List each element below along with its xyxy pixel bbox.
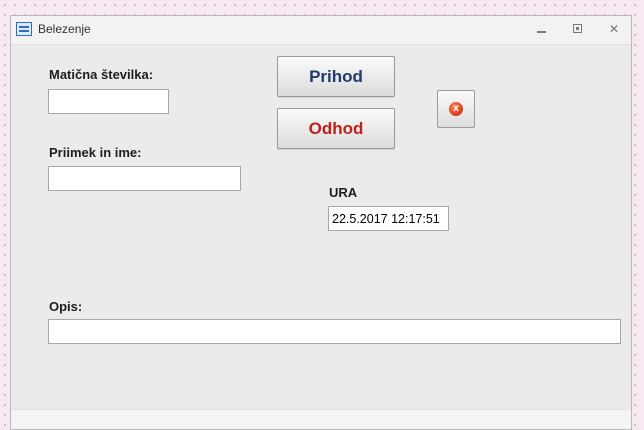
- close-button[interactable]: ✕: [603, 20, 625, 38]
- maximize-button[interactable]: [567, 20, 589, 38]
- close-icon: ✕: [608, 22, 620, 36]
- form-footer: [11, 409, 631, 429]
- exit-icon: x: [449, 102, 463, 116]
- form-window: Belezenje ✕ Matična številka: Priimek in…: [10, 15, 632, 430]
- title-bar: Belezenje ✕: [11, 16, 631, 45]
- form-icon: [16, 22, 32, 36]
- ura-datetime-input[interactable]: [328, 206, 449, 231]
- minimize-button[interactable]: [531, 20, 553, 38]
- minimize-icon: [537, 31, 546, 33]
- maticna-stevilka-input[interactable]: [48, 89, 169, 114]
- priimek-in-ime-label: Priimek in ime:: [49, 145, 142, 160]
- opis-label: Opis:: [49, 299, 83, 314]
- prihod-button[interactable]: Prihod: [277, 56, 395, 97]
- ura-label: URA: [329, 185, 358, 200]
- odhod-button[interactable]: Odhod: [277, 108, 395, 149]
- opis-input[interactable]: [48, 319, 621, 344]
- maximize-icon: [573, 24, 582, 33]
- exit-button[interactable]: x: [437, 90, 475, 128]
- maticna-stevilka-label: Matična številka:: [49, 67, 154, 82]
- priimek-in-ime-input[interactable]: [48, 166, 241, 191]
- window-title: Belezenje: [38, 22, 91, 36]
